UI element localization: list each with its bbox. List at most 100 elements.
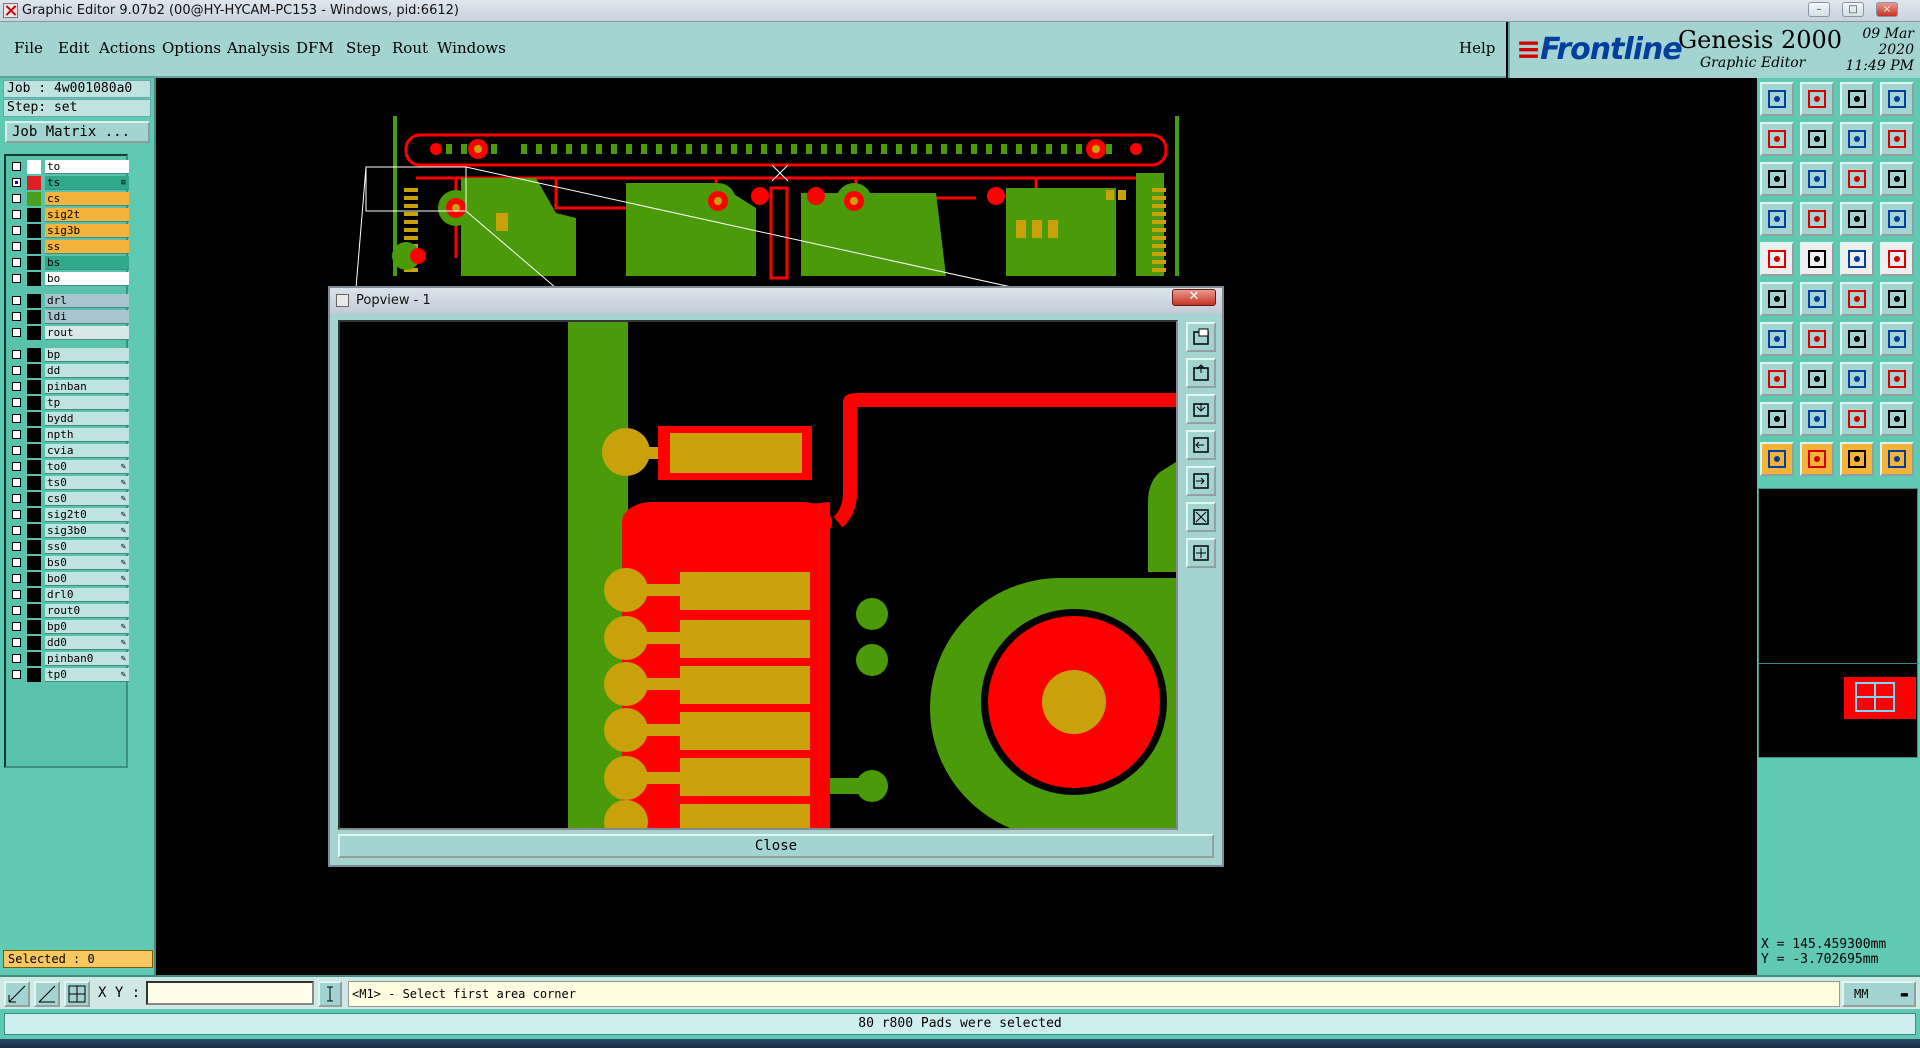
layer-color-swatch[interactable] — [27, 310, 41, 324]
layer-name[interactable]: sig3b0 ✎ — [45, 524, 129, 538]
layer-color-swatch[interactable] — [27, 208, 41, 222]
layer-row[interactable]: ldi — [8, 310, 129, 324]
popview-close-button[interactable]: Close — [338, 834, 1214, 858]
popview-tool-1[interactable] — [1186, 322, 1216, 352]
layer-name[interactable]: bydd — [45, 412, 129, 426]
menu-dfm[interactable]: DFM — [296, 39, 334, 57]
layer-color-swatch[interactable] — [27, 160, 41, 174]
layer-color-swatch[interactable] — [27, 540, 41, 554]
menu-actions[interactable]: Actions — [99, 39, 155, 57]
layer-row[interactable]: bo — [8, 272, 129, 286]
layer-color-swatch[interactable] — [27, 652, 41, 666]
layer-color-swatch[interactable] — [27, 192, 41, 206]
menu-file[interactable]: File — [14, 39, 43, 57]
layer-color-swatch[interactable] — [27, 240, 41, 254]
text-cursor-icon[interactable] — [318, 981, 342, 1007]
menu-windows[interactable]: Windows — [437, 39, 506, 57]
measure-icon[interactable] — [34, 981, 60, 1007]
line-move-icon[interactable] — [1800, 362, 1834, 396]
snap-icon[interactable] — [4, 981, 30, 1007]
layer-color-swatch[interactable] — [27, 326, 41, 340]
xy-input[interactable] — [146, 981, 314, 1005]
layer-checkbox[interactable] — [12, 542, 21, 551]
maximize-button[interactable]: □ — [1842, 2, 1864, 17]
layer-checkbox[interactable] — [12, 670, 21, 679]
triangle-select-icon[interactable] — [1840, 402, 1874, 436]
menu-step[interactable]: Step — [346, 39, 381, 57]
copy-icon[interactable] — [1880, 362, 1914, 396]
route-pointer-icon[interactable] — [1880, 442, 1914, 476]
layer-name[interactable]: sig3b — [45, 224, 129, 238]
layer-name[interactable]: npth — [45, 428, 129, 442]
layer-name[interactable]: bs0 ✎ — [45, 556, 129, 570]
layer-row[interactable]: sig3b — [8, 224, 129, 238]
save-icon[interactable] — [1800, 82, 1834, 116]
layer-row[interactable]: bo0 ✎ — [8, 572, 129, 586]
layer-name[interactable]: rout — [45, 326, 129, 340]
help-icon[interactable] — [1880, 162, 1914, 196]
layer-color-swatch[interactable] — [27, 364, 41, 378]
pointer-select-icon[interactable] — [1800, 442, 1834, 476]
layer-name[interactable]: cvia — [45, 444, 129, 458]
connect-alt-icon[interactable] — [1880, 282, 1914, 316]
layer-color-swatch[interactable] — [27, 428, 41, 442]
split-icon[interactable] — [1880, 322, 1914, 356]
menu-rout[interactable]: Rout — [392, 39, 428, 57]
snap-center-icon[interactable] — [1880, 202, 1914, 236]
triangle-icon[interactable] — [1760, 402, 1794, 436]
layer-row[interactable]: sig2t0 ✎ — [8, 508, 129, 522]
layer-row[interactable]: drl0 — [8, 588, 129, 602]
scale-icon[interactable] — [1840, 162, 1874, 196]
grid-icon[interactable] — [64, 981, 90, 1007]
layer-checkbox[interactable] — [12, 622, 21, 631]
layer-checkbox[interactable] — [12, 210, 21, 219]
layer-row[interactable]: bp — [8, 348, 129, 362]
layer-color-swatch[interactable] — [27, 620, 41, 634]
layer-name[interactable]: ts0 ✎ — [45, 476, 129, 490]
layer-name[interactable]: to — [45, 160, 129, 174]
layer-checkbox[interactable] — [12, 350, 21, 359]
layer-checkbox[interactable] — [12, 574, 21, 583]
layer-name[interactable]: bs — [45, 256, 129, 270]
layer-row[interactable]: sig2t — [8, 208, 129, 222]
popview-tool-3[interactable] — [1186, 394, 1216, 424]
layer-checkbox[interactable] — [12, 638, 21, 647]
units-selector[interactable]: MM ▬ — [1842, 981, 1916, 1007]
layer-name[interactable]: to0 ✎ — [45, 460, 129, 474]
layer-checkbox[interactable] — [12, 478, 21, 487]
window-close-button[interactable]: × — [1876, 2, 1898, 17]
layer-row[interactable]: drl — [8, 294, 129, 308]
layer-name[interactable]: dd0 ✎ — [45, 636, 129, 650]
layer-checkbox[interactable] — [12, 654, 21, 663]
circle-icon[interactable] — [1880, 242, 1914, 276]
layer-checkbox[interactable] — [12, 312, 21, 321]
layer-row[interactable]: sig3b0 ✎ — [8, 524, 129, 538]
layer-color-swatch[interactable] — [27, 604, 41, 618]
layer-row[interactable]: pinban0 ✎ — [8, 652, 129, 666]
layer-row[interactable]: rout — [8, 326, 129, 340]
layer-row[interactable]: ts ≡ — [8, 176, 129, 190]
connect-icon[interactable] — [1840, 282, 1874, 316]
layer-color-swatch[interactable] — [27, 224, 41, 238]
layer-checkbox[interactable] — [12, 366, 21, 375]
layer-name[interactable]: pinban — [45, 380, 129, 394]
snap-pad-icon[interactable] — [1840, 202, 1874, 236]
resize-icon[interactable] — [1840, 362, 1874, 396]
layer-color-swatch[interactable] — [27, 272, 41, 286]
layer-name[interactable]: drl0 — [45, 588, 129, 602]
popview-close-icon[interactable]: ✕ — [1172, 289, 1216, 306]
layer-checkbox[interactable] — [12, 382, 21, 391]
layer-row[interactable]: tp0 ✎ — [8, 668, 129, 682]
layer-color-swatch[interactable] — [27, 588, 41, 602]
layer-row[interactable]: dd0 ✎ — [8, 636, 129, 650]
layer-name[interactable]: tp — [45, 396, 129, 410]
layer-name[interactable]: ts ≡ — [45, 176, 129, 190]
minimize-button[interactable]: – — [1808, 2, 1830, 17]
popview-tool-6[interactable] — [1186, 502, 1216, 532]
layer-name[interactable]: bp0 ✎ — [45, 620, 129, 634]
layer-checkbox[interactable] — [12, 242, 21, 251]
layer-row[interactable]: rout0 — [8, 604, 129, 618]
layer-color-swatch[interactable] — [27, 668, 41, 682]
layer-color-swatch[interactable] — [27, 380, 41, 394]
popview-canvas[interactable] — [338, 320, 1178, 830]
